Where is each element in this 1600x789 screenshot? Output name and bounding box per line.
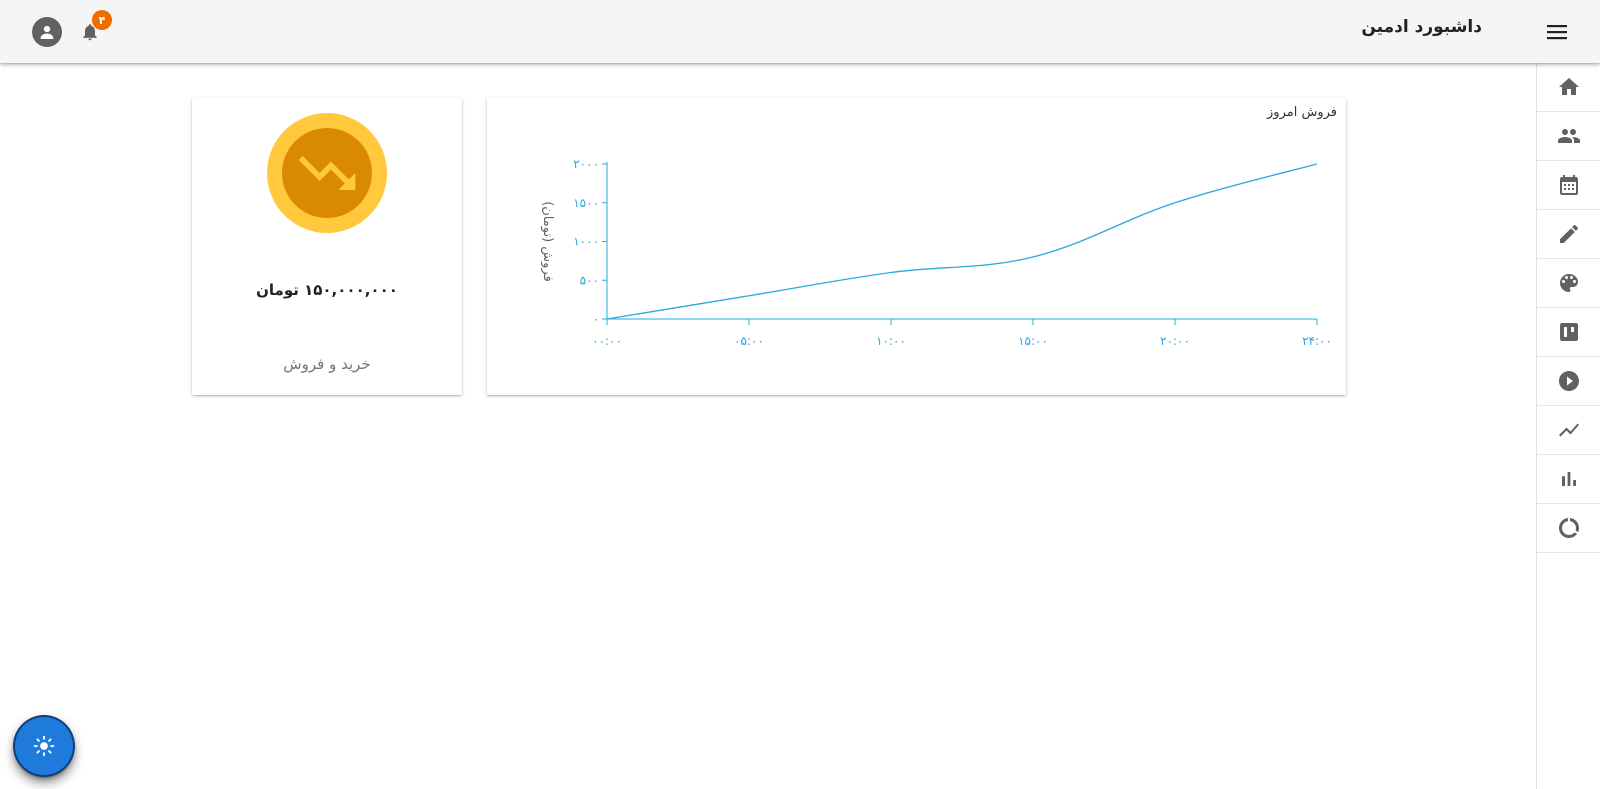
hamburger-menu-icon: [1547, 25, 1567, 40]
pencil-icon: [1559, 224, 1578, 243]
sidebar-nav: [1536, 63, 1600, 789]
sidebar-item-bar-chart[interactable]: [1537, 455, 1600, 504]
x-tick-label: ۲۴:۰۰: [1302, 334, 1332, 348]
trending-down-icon: [298, 156, 356, 190]
theme-toggle-button[interactable]: [15, 717, 73, 775]
sidebar-item-users[interactable]: [1537, 112, 1600, 161]
x-tick-label: ۰۰:۰۰: [592, 334, 622, 348]
revenue-stat-card: ۱۵۰,۰۰۰,۰۰۰ تومان خرید و فروش: [192, 98, 462, 395]
play-icon: [1558, 371, 1579, 391]
sidebar-item-line-chart[interactable]: [1537, 406, 1600, 455]
account-icon: [40, 25, 54, 39]
sales-chart-card: فروش امروز ۰ ۵۰۰ ۱۰۰۰ ۱۵۰۰ ۲۰۰۰ ۰۰:۰۰ ۰۵:۰۰ ۱۰:…: [487, 98, 1346, 395]
y-tick-label: ۵۰۰: [580, 273, 599, 287]
sidebar-item-theme[interactable]: [1537, 259, 1600, 308]
sun-icon: [33, 735, 55, 757]
x-tick-label: ۰۵:۰۰: [734, 334, 764, 348]
donut-chart-icon: [1558, 518, 1579, 538]
y-tick-label: ۱۰۰۰: [573, 235, 599, 249]
bar-chart-icon: [1561, 472, 1576, 486]
revenue-label: خرید و فروش: [283, 355, 371, 373]
sidebar-item-calendar[interactable]: [1537, 161, 1600, 210]
y-tick-label: ۲۰۰۰: [573, 157, 599, 171]
kanban-icon: [1559, 323, 1578, 341]
revenue-value: ۱۵۰,۰۰۰,۰۰۰ تومان: [256, 281, 398, 299]
calendar-icon: [1559, 175, 1578, 195]
coin-badge: [267, 113, 387, 233]
menu-button[interactable]: [1544, 19, 1570, 45]
people-icon: [1557, 129, 1580, 143]
y-tick-label: ۰: [593, 312, 599, 326]
account-button[interactable]: [32, 17, 62, 47]
sales-series-line: [606, 163, 1318, 320]
sidebar-item-editor[interactable]: [1537, 210, 1600, 259]
top-app-bar: داشبورد ادمین ۴: [0, 0, 1600, 63]
sidebar-item-pie-chart[interactable]: [1537, 504, 1600, 553]
sidebar-item-kanban[interactable]: [1537, 308, 1600, 357]
palette-icon: [1559, 274, 1578, 292]
sales-line-chart: ۰ ۵۰۰ ۱۰۰۰ ۱۵۰۰ ۲۰۰۰ ۰۰:۰۰ ۰۵:۰۰ ۱۰:۰۰ ۱۵:۰۰ ۲۰:۰…: [540, 157, 1332, 348]
y-tick-label: ۱۵۰۰: [573, 196, 599, 210]
app-title: داشبورد ادمین: [1361, 17, 1482, 37]
notification-count-badge: ۴: [92, 10, 112, 30]
x-tick-label: ۲۰:۰۰: [1160, 334, 1190, 348]
y-axis-label: فروش (تومان): [540, 201, 555, 282]
x-tick-label: ۱۰:۰۰: [876, 334, 906, 348]
sidebar-item-media[interactable]: [1537, 357, 1600, 406]
trending-line-icon: [1558, 423, 1579, 437]
sidebar-item-home[interactable]: [1537, 63, 1600, 112]
home-icon: [1558, 78, 1579, 95]
x-tick-label: ۱۵:۰۰: [1018, 334, 1048, 348]
